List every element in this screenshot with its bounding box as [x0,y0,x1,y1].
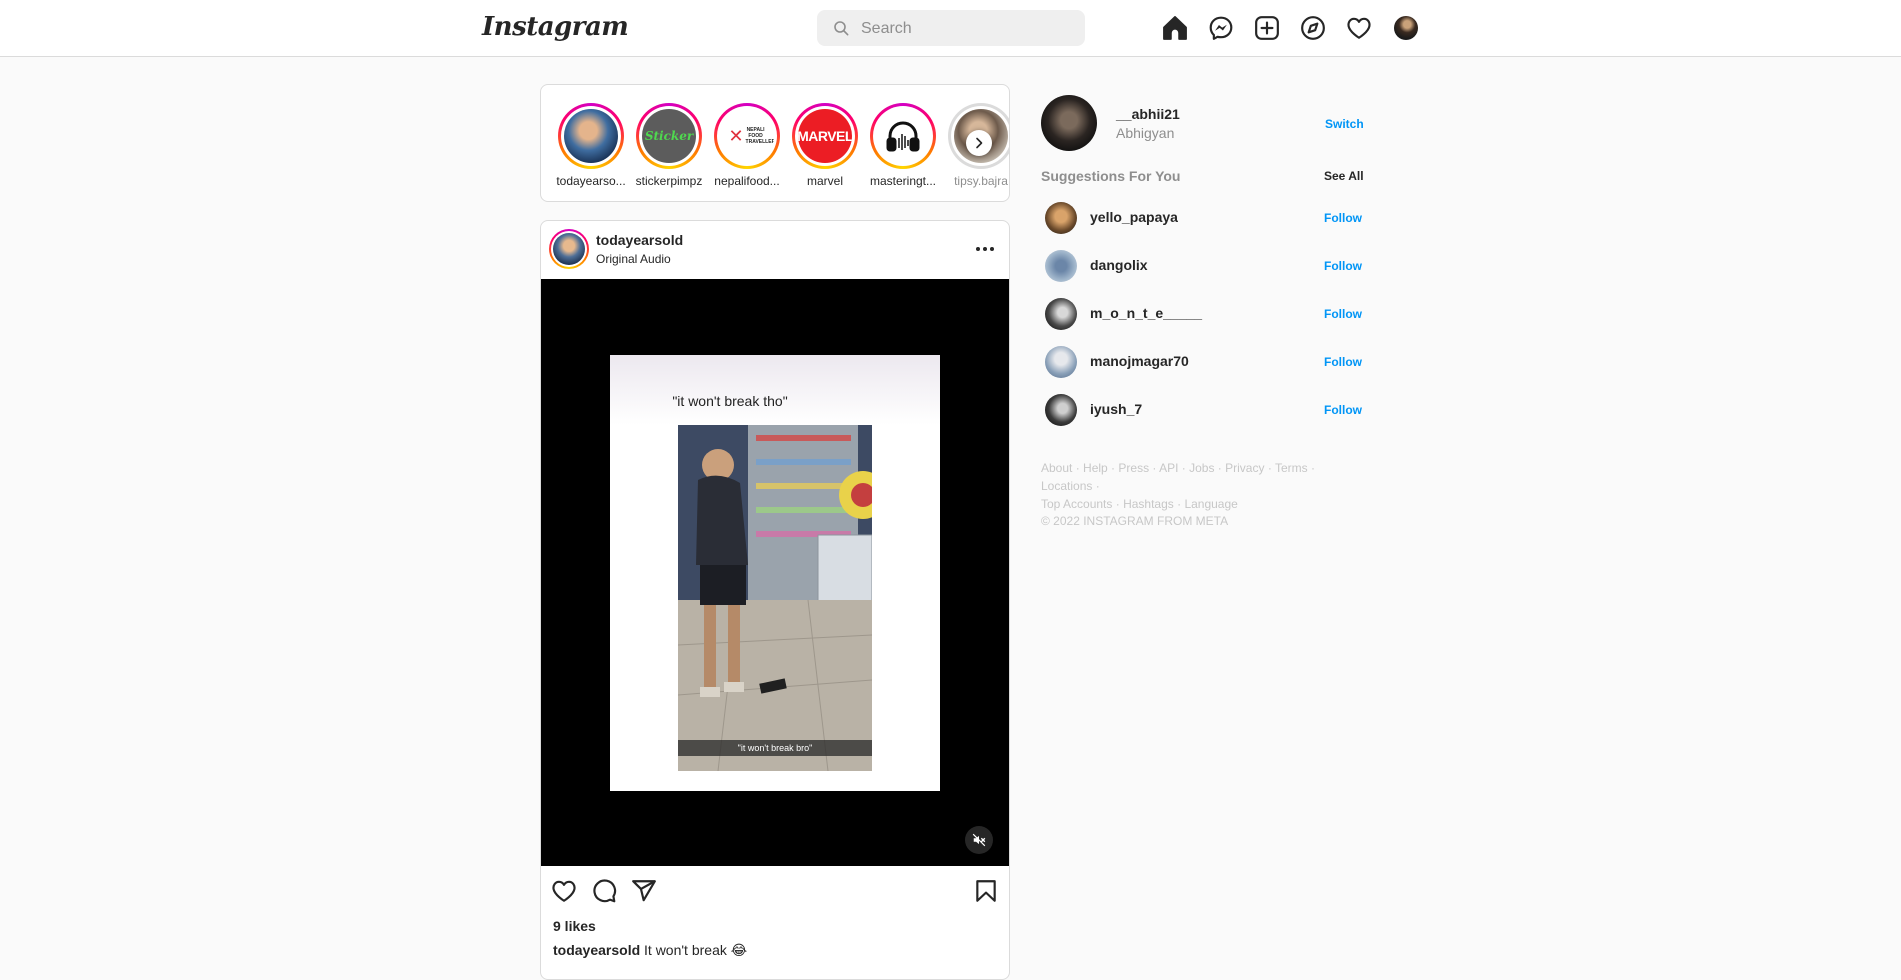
story-item[interactable]: masteringt... [864,103,942,188]
instagram-logo[interactable]: Instagram [482,12,629,42]
story-avatar [876,109,930,163]
story-username: nepalifood... [714,174,780,188]
story-username: marvel [806,174,843,188]
follow-button[interactable]: Follow [1324,403,1362,417]
search-icon [834,21,849,36]
footer-link[interactable]: Help [1083,461,1108,475]
video-subtitle: "it won't break bro" [678,740,872,756]
mute-toggle-button[interactable] [965,826,993,854]
current-user-fullname: Abhigyan [1116,125,1175,141]
suggestion-row: iyush_7 Follow [1041,390,1362,430]
follow-button[interactable]: Follow [1324,211,1362,225]
story-avatar: Sticker [642,109,696,163]
story-item[interactable]: todayearso... [552,103,630,188]
story-avatar: MARVEL [798,109,852,163]
suggestion-username[interactable]: manojmagar70 [1090,353,1189,369]
speaker-muted-icon [972,833,986,847]
story-logo-text: NEPALI FOOD TRAVELLER [745,127,774,145]
video-top-text: "it won't break tho" [672,393,788,409]
footer-link[interactable]: Top Accounts [1041,497,1112,511]
share-direct-icon[interactable] [631,878,657,904]
like-heart-icon[interactable] [551,878,577,904]
footer-link[interactable]: About [1041,461,1072,475]
follow-button[interactable]: Follow [1324,355,1362,369]
video-scene-image [678,425,872,771]
story-item[interactable]: MARVEL marvel [786,103,864,188]
footer-links: About · Help · Press · API · Jobs · Priv… [1041,461,1315,511]
suggestion-avatar[interactable] [1045,346,1077,378]
copyright-text: © 2022 INSTAGRAM FROM META [1041,514,1229,528]
post-author-avatar[interactable] [549,229,589,269]
video-card: "it won't break tho" "it won't break bro… [610,355,940,791]
post-author-username[interactable]: todayearsold [596,232,683,248]
post-actions [541,866,1009,916]
top-navigation-bar: Instagram [0,0,1901,57]
suggestion-row: yello_papaya Follow [1041,198,1362,238]
suggestion-username[interactable]: m_o_n_t_e_____ [1090,305,1202,321]
story-logo-text: Sticker [644,129,694,143]
feed-post: todayearsold Original Audio "it won't br… [540,220,1010,980]
suggestion-avatar[interactable] [1045,394,1077,426]
caption-text: It won't break 😂 [644,942,748,958]
story-item[interactable]: ✕ NEPALI FOOD TRAVELLER nepalifood... [708,103,786,188]
story-logo-text: MARVEL [798,128,852,144]
suggestion-username[interactable]: dangolix [1090,257,1148,273]
caption-username[interactable]: todayearsold [553,942,640,958]
post-audio-label[interactable]: Original Audio [596,252,671,266]
follow-button[interactable]: Follow [1324,307,1362,321]
story-item[interactable]: Sticker stickerpimpz [630,103,708,188]
footer-link[interactable]: Terms [1275,461,1308,475]
follow-button[interactable]: Follow [1324,259,1362,273]
stories-next-button[interactable] [966,130,992,156]
suggestion-username[interactable]: iyush_7 [1090,401,1142,417]
suggestions-title: Suggestions For You [1041,168,1181,184]
messenger-icon[interactable] [1208,15,1234,41]
see-all-button[interactable]: See All [1324,169,1364,183]
more-options-icon[interactable] [973,239,997,259]
footer-link[interactable]: Jobs [1189,461,1214,475]
suggestion-row: dangolix Follow [1041,246,1362,286]
footer-link[interactable]: Hashtags [1123,497,1174,511]
story-username: tipsy.bajra [954,174,1008,188]
footer-link[interactable]: API [1159,461,1178,475]
story-avatar [564,109,618,163]
suggestion-avatar[interactable] [1045,202,1077,234]
post-caption: todayearsold It won't break 😂 [553,942,747,959]
suggestion-row: m_o_n_t_e_____ Follow [1041,294,1362,334]
video-frame: "it won't break bro" [678,425,872,771]
footer-link[interactable]: Locations [1041,479,1092,493]
current-user-username[interactable]: __abhii21 [1116,106,1180,122]
explore-icon[interactable] [1300,15,1326,41]
post-header: todayearsold Original Audio [541,221,1009,279]
suggestion-avatar[interactable] [1045,298,1077,330]
story-avatar: ✕ NEPALI FOOD TRAVELLER [720,109,774,163]
story-username: todayearso... [556,174,626,188]
suggestion-row: manojmagar70 Follow [1041,342,1362,382]
new-post-icon[interactable] [1254,15,1280,41]
footer-link[interactable]: Language [1184,497,1237,511]
headphones-icon [886,121,920,152]
current-user-avatar[interactable] [1041,95,1097,151]
chevron-right-icon [976,137,983,149]
footer-link[interactable]: Press [1118,461,1149,475]
comment-icon[interactable] [591,878,617,904]
stories-tray: todayearso... Sticker stickerpimpz ✕ NEP… [540,84,1010,202]
footer-link[interactable]: Privacy [1225,461,1264,475]
activity-heart-icon[interactable] [1346,15,1372,41]
save-bookmark-icon[interactable] [973,878,999,904]
home-icon[interactable] [1162,15,1188,41]
post-video[interactable]: "it won't break tho" "it won't break bro… [541,279,1009,866]
search-box[interactable] [817,10,1085,48]
suggestion-username[interactable]: yello_papaya [1090,209,1178,225]
switch-account-button[interactable]: Switch [1325,117,1364,131]
profile-avatar[interactable] [1394,16,1418,40]
story-username: masteringt... [869,174,937,188]
search-input[interactable] [859,10,1073,48]
suggestion-avatar[interactable] [1045,250,1077,282]
likes-count[interactable]: 9 likes [553,918,596,934]
story-username: stickerpimpz [635,174,703,188]
close-mark-icon: ✕ [728,125,744,146]
